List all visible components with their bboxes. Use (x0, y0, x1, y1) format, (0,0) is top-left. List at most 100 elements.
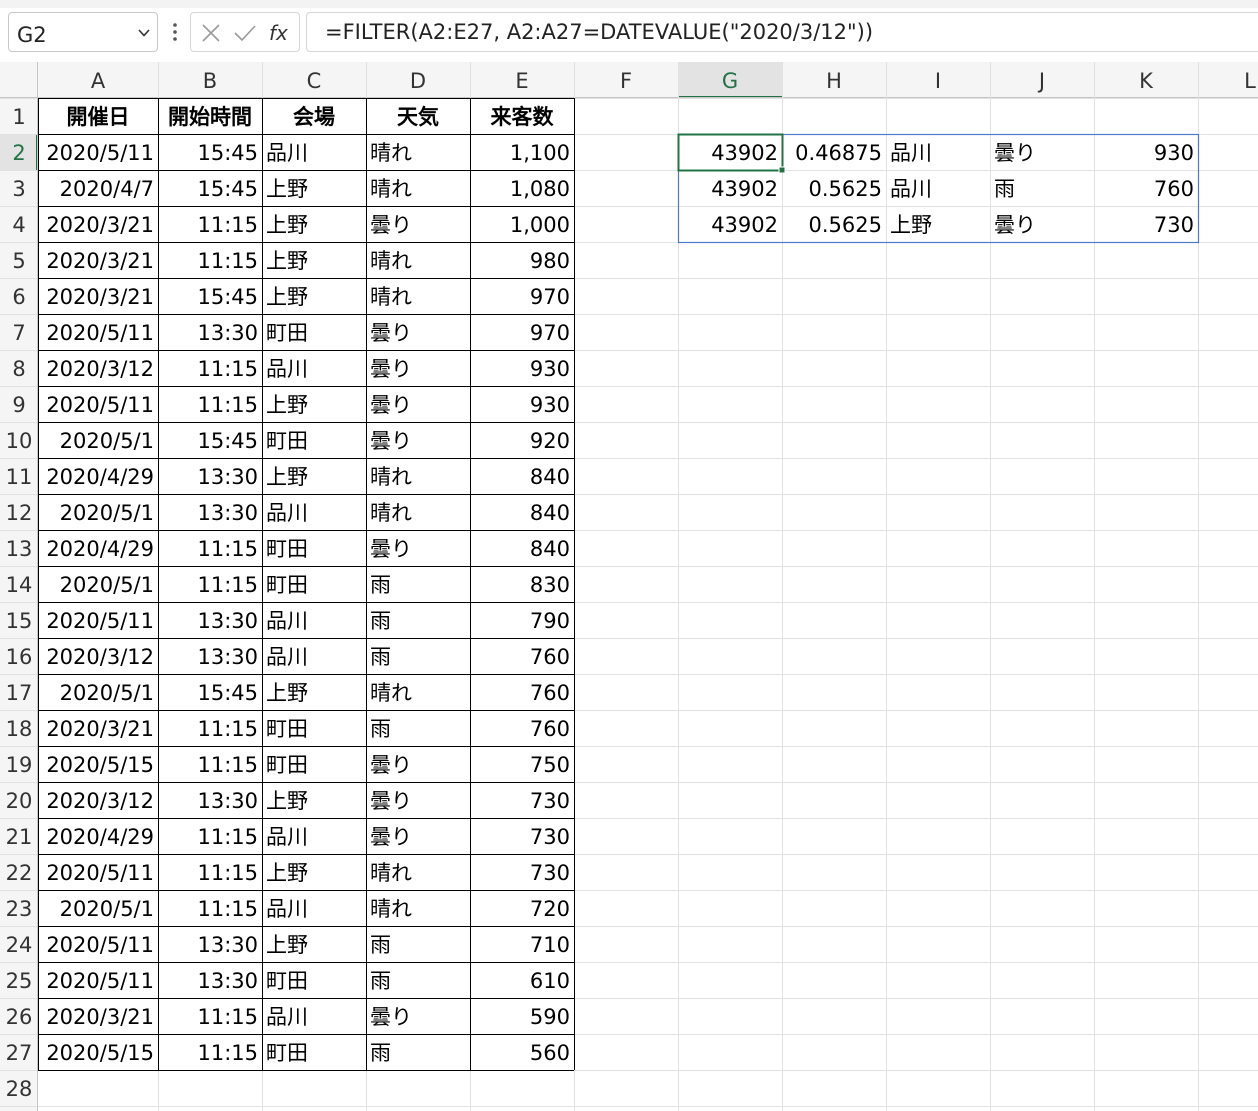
spill-cell: 43902 (711, 177, 778, 201)
row-header-5: 5 (12, 249, 25, 273)
row-header-15: 15 (6, 609, 33, 633)
table-cell: 930 (530, 393, 570, 417)
table-cell: 晴れ (370, 177, 412, 201)
table-cell: 町田 (266, 537, 308, 561)
table-cell: 上野 (266, 465, 308, 489)
table-cell: 560 (530, 1041, 570, 1065)
table-cell: 13:30 (197, 789, 258, 813)
table-cell: 2020/4/29 (46, 537, 154, 561)
table-cell: 上野 (266, 249, 308, 273)
table-cell: 730 (530, 861, 570, 885)
table-cell: 曇り (370, 357, 412, 381)
row-header-17: 17 (6, 681, 33, 705)
table-cell: 2020/5/1 (60, 573, 154, 597)
column-header-e: E (515, 69, 528, 93)
table-cell: 1,000 (510, 213, 570, 237)
table-cell: 11:15 (197, 1005, 258, 1029)
formula-input[interactable]: =FILTER(A2:E27, A2:A27=DATEVALUE("2020/3… (306, 12, 1258, 52)
row-header-12: 12 (6, 501, 33, 525)
table-cell: 品川 (266, 141, 308, 165)
formula-actions: fx (190, 12, 300, 52)
table-cell: 730 (530, 789, 570, 813)
table-cell: 曇り (370, 789, 412, 813)
table-cell: 曇り (370, 537, 412, 561)
table-cell: 13:30 (197, 609, 258, 633)
table-cell: 1,080 (510, 177, 570, 201)
spill-cell: 0.5625 (809, 213, 882, 237)
row-header-20: 20 (6, 789, 33, 813)
fill-handle[interactable] (778, 166, 786, 174)
spill-cell: 品川 (890, 177, 932, 201)
row-header-25: 25 (6, 969, 33, 993)
spill-cell: 930 (1154, 141, 1194, 165)
table-cell: 雨 (370, 933, 391, 957)
table-cell: 2020/3/12 (46, 357, 154, 381)
table-cell: 15:45 (197, 141, 258, 165)
table-cell: 雨 (370, 969, 391, 993)
svg-text:fx: fx (269, 21, 288, 45)
table-cell: 13:30 (197, 501, 258, 525)
table-cell: 雨 (370, 1041, 391, 1065)
table-cell: 2020/5/11 (46, 933, 154, 957)
check-icon[interactable] (231, 19, 259, 47)
spill-cell: 730 (1154, 213, 1194, 237)
table-cell: 曇り (370, 213, 412, 237)
table-cell: 上野 (266, 789, 308, 813)
table-cell: 晴れ (370, 465, 412, 489)
spill-cell: 品川 (890, 141, 932, 165)
table-cell: 930 (530, 357, 570, 381)
x-icon[interactable] (197, 19, 225, 47)
column-header-b: B (203, 69, 217, 93)
row-header-3: 3 (12, 177, 25, 201)
table-cell: 13:30 (197, 969, 258, 993)
table-cell: 2020/4/29 (46, 825, 154, 849)
cell-grid[interactable]: A B C D E F G H I J K L1234567891011121314151617181… (0, 62, 1258, 1111)
table-cell: 840 (530, 465, 570, 489)
table-cell: 13:30 (197, 465, 258, 489)
table-cell: 11:15 (197, 357, 258, 381)
worksheet-grid[interactable]: A B C D E F G H I J K L 1 2 3 4 5 6 7 8 9 10 11 12 13 14 15 16 17 18 1… (0, 62, 1258, 1111)
table-header-cell: 来客数 (491, 105, 555, 129)
spill-cell: 雨 (994, 177, 1015, 201)
table-cell: 2020/5/11 (46, 609, 154, 633)
row-header-2: 2 (12, 141, 25, 165)
row-header-4: 4 (12, 213, 25, 237)
table-cell: 15:45 (197, 429, 258, 453)
table-cell: 品川 (266, 501, 308, 525)
fx-icon[interactable]: fx (267, 19, 295, 47)
table-cell: 970 (530, 321, 570, 345)
table-cell: 上野 (266, 177, 308, 201)
table-cell: 2020/4/29 (46, 465, 154, 489)
table-cell: 11:15 (197, 249, 258, 273)
table-cell: 2020/4/7 (60, 177, 154, 201)
table-cell: 雨 (370, 573, 391, 597)
table-cell: 品川 (266, 897, 308, 921)
table-cell: 980 (530, 249, 570, 273)
spill-cell: 43902 (711, 141, 778, 165)
table-cell: 上野 (266, 213, 308, 237)
table-cell: 840 (530, 501, 570, 525)
spill-cell: 0.46875 (795, 141, 882, 165)
spill-cell: 上野 (890, 213, 932, 237)
table-cell: 970 (530, 285, 570, 309)
table-cell: 上野 (266, 393, 308, 417)
table-cell: 13:30 (197, 645, 258, 669)
table-header-cell: 開催日 (67, 105, 130, 129)
table-cell: 2020/5/1 (60, 681, 154, 705)
column-header-d: D (410, 69, 426, 93)
table-cell: 晴れ (370, 249, 412, 273)
chevron-down-icon[interactable] (137, 26, 151, 40)
more-options-icon[interactable] (168, 20, 182, 44)
name-box-value: G2 (17, 23, 47, 47)
table-cell: 2020/5/1 (60, 501, 154, 525)
name-box[interactable]: G2 (8, 12, 158, 52)
table-cell: 2020/5/1 (60, 429, 154, 453)
table-cell: 2020/5/11 (46, 861, 154, 885)
row-header-8: 8 (12, 357, 25, 381)
table-cell: 11:15 (197, 573, 258, 597)
table-header-cell: 天気 (397, 105, 439, 129)
table-cell: 830 (530, 573, 570, 597)
table-cell: 2020/3/12 (46, 789, 154, 813)
row-header-13: 13 (6, 537, 33, 561)
spill-cell: 760 (1154, 177, 1194, 201)
